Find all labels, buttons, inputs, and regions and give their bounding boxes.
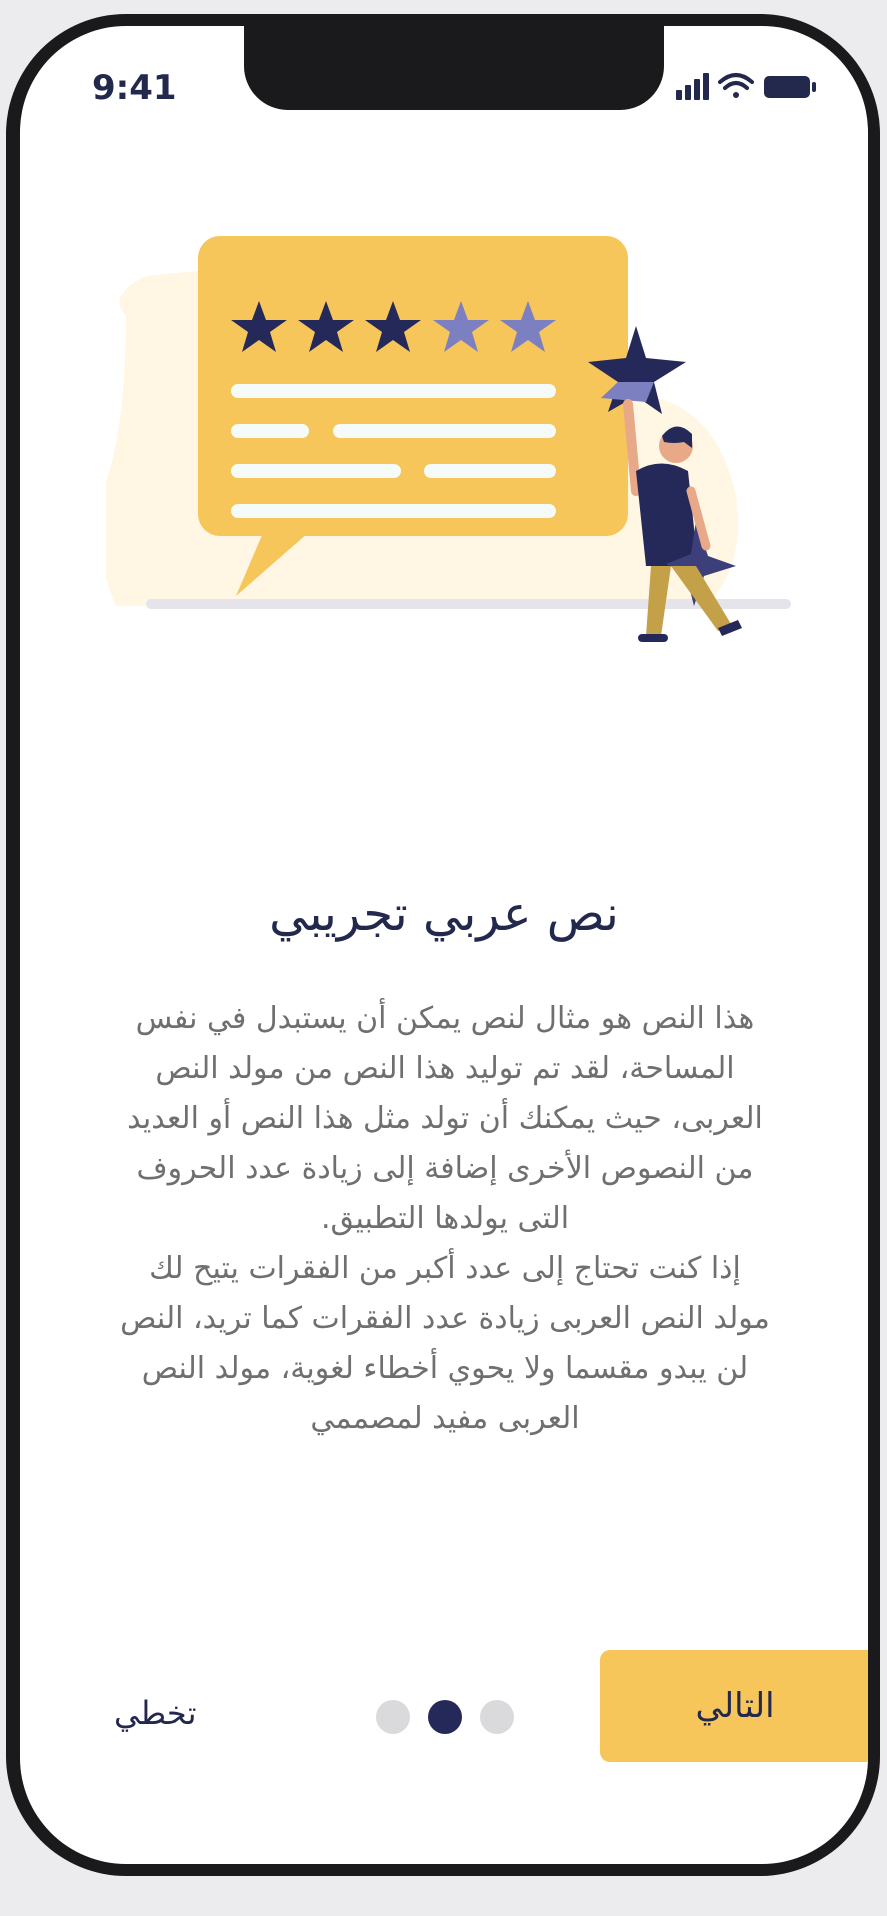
next-button[interactable]: التالي bbox=[600, 1650, 868, 1762]
rating-review-illustration bbox=[106, 236, 791, 642]
phone-frame: 9:41 نص عربي تجريبي هذا النص هو مثال لنص… bbox=[6, 14, 880, 1876]
notch bbox=[244, 26, 664, 110]
status-time: 9:41 bbox=[92, 68, 177, 108]
wifi-icon bbox=[718, 73, 754, 98]
battery-icon bbox=[764, 76, 816, 98]
skip-button[interactable]: تخطي bbox=[114, 1694, 196, 1732]
description-paragraph: إذا كنت تحتاج إلى عدد أكبر من الفقرات يت… bbox=[120, 1251, 770, 1436]
signal-icon bbox=[676, 73, 709, 100]
screen: 9:41 نص عربي تجريبي هذا النص هو مثال لنص… bbox=[20, 26, 868, 1864]
pagination-dot[interactable] bbox=[480, 1700, 514, 1734]
description-paragraph: هذا النص هو مثال لنص يمكن أن يستبدل في ن… bbox=[127, 1001, 763, 1236]
pagination-dot[interactable] bbox=[376, 1700, 410, 1734]
description-text: هذا النص هو مثال لنص يمكن أن يستبدل في ن… bbox=[120, 994, 770, 1444]
status-icons bbox=[676, 73, 816, 100]
page-title: نص عربي تجريبي bbox=[269, 886, 619, 942]
pagination-dot-active[interactable] bbox=[428, 1700, 462, 1734]
